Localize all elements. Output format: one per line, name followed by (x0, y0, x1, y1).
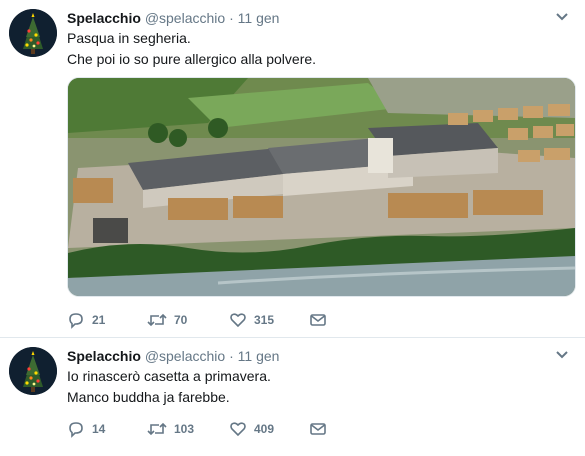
retweet-count: 70 (174, 313, 188, 327)
reply-icon (69, 313, 83, 329)
tweet[interactable]: Spelacchio @spelacchio · 11 gen Io rinas… (0, 338, 585, 456)
retweet-button[interactable]: 70 (147, 310, 187, 330)
tweet-text-line: Pasqua in segheria. (67, 30, 191, 46)
author-handle[interactable]: @spelacchio (145, 10, 225, 26)
avatar[interactable] (9, 347, 57, 395)
tweet-time[interactable]: 11 gen (238, 10, 280, 26)
retweet-button[interactable]: 103 (147, 419, 194, 439)
author-name[interactable]: Spelacchio (67, 10, 141, 26)
like-count: 315 (254, 313, 275, 327)
retweet-icon (147, 313, 167, 327)
author-handle[interactable]: @spelacchio (145, 348, 225, 364)
reply-count: 14 (92, 422, 106, 436)
direct-message-button[interactable] (309, 310, 327, 330)
like-button[interactable]: 409 (229, 419, 274, 439)
separator-dot: · (229, 10, 234, 26)
chevron-down-icon[interactable] (555, 12, 569, 22)
chevron-down-icon[interactable] (555, 350, 569, 360)
heart-icon (230, 422, 246, 437)
tweet-text: Pasqua in segheria. Che poi io so pure a… (67, 28, 316, 70)
tweet-header: Spelacchio @spelacchio · 11 gen (67, 347, 279, 365)
tweet-photo[interactable] (67, 77, 576, 297)
retweet-icon (147, 422, 167, 436)
tweet-text-line: Manco buddha ja farebbe. (67, 389, 230, 405)
separator-dot: · (229, 348, 234, 364)
envelope-icon (310, 423, 326, 435)
reply-button[interactable]: 14 (67, 419, 105, 439)
avatar[interactable] (9, 9, 57, 57)
reply-count: 21 (92, 313, 106, 327)
like-count: 409 (254, 422, 275, 436)
reply-button[interactable]: 21 (67, 310, 105, 330)
retweet-count: 103 (174, 422, 195, 436)
like-button[interactable]: 315 (229, 310, 274, 330)
tweet[interactable]: Spelacchio @spelacchio · 11 gen Pasqua i… (0, 0, 585, 338)
tweet-text-line: Io rinascerò casetta a primavera. (67, 368, 271, 384)
tweet-text: Io rinascerò casetta a primavera. Manco … (67, 366, 271, 408)
envelope-icon (310, 314, 326, 326)
reply-icon (69, 422, 83, 438)
tweet-header: Spelacchio @spelacchio · 11 gen (67, 9, 279, 27)
direct-message-button[interactable] (309, 419, 327, 439)
author-name[interactable]: Spelacchio (67, 348, 141, 364)
tweet-time[interactable]: 11 gen (238, 348, 280, 364)
heart-icon (230, 313, 246, 328)
tweet-text-line: Che poi io so pure allergico alla polver… (67, 51, 317, 67)
